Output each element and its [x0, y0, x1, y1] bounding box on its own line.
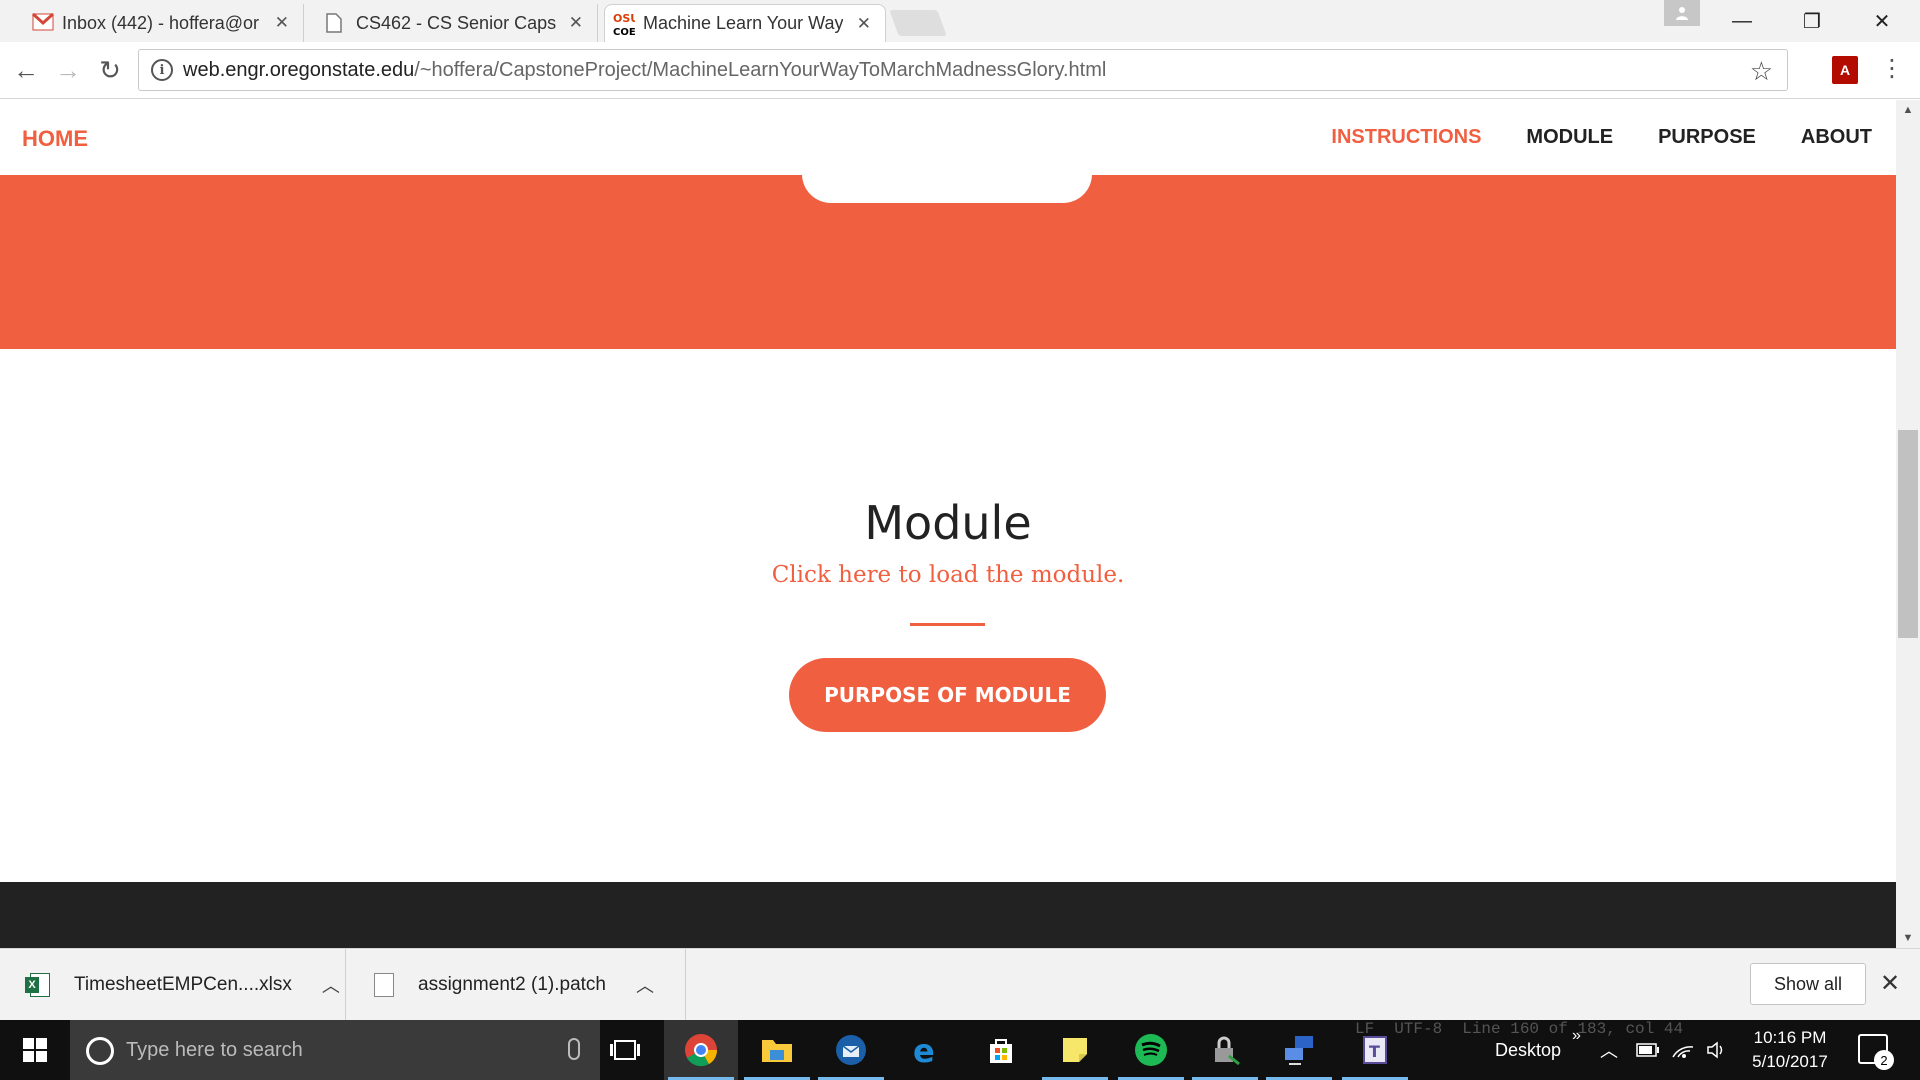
svg-text:OSU: OSU — [613, 12, 635, 25]
info-icon[interactable]: i — [151, 59, 173, 81]
edge-icon[interactable]: e — [888, 1020, 962, 1080]
windows-taskbar: LF UTF-8 Line 160 of 183, col 44 Type he… — [0, 1020, 1920, 1080]
file-icon — [374, 973, 394, 997]
dark-section — [0, 882, 1896, 948]
taskbar-search[interactable]: Type here to search — [70, 1020, 600, 1080]
close-tab-icon[interactable]: ✕ — [275, 13, 289, 33]
nav-module[interactable]: MODULE — [1526, 126, 1613, 149]
browser-tab-strip: Inbox (442) - hoffera@or ✕ CS462 - CS Se… — [0, 0, 1920, 42]
scroll-up-arrow-icon[interactable]: ▲ — [1896, 100, 1920, 120]
download-filename: TimesheetEMPCen....xlsx — [74, 974, 292, 995]
volume-icon[interactable] — [1706, 1020, 1728, 1080]
wifi-icon[interactable] — [1672, 1020, 1694, 1080]
minimize-button[interactable]: — — [1712, 0, 1772, 42]
restore-button[interactable]: ❐ — [1782, 0, 1842, 42]
show-hidden-icons-icon[interactable]: ︿ — [1600, 1020, 1618, 1080]
chrome-icon[interactable] — [664, 1020, 738, 1080]
page-viewport: HOME INSTRUCTIONS MODULE PURPOSE ABOUT M… — [0, 100, 1896, 948]
desktop-toolbar[interactable]: Desktop — [1495, 1020, 1561, 1080]
hero-section — [0, 145, 1896, 349]
osu-coe-icon: OSU COE — [611, 11, 639, 38]
cortana-icon — [86, 1037, 114, 1065]
system-clock[interactable]: 10:16 PM 5/10/2017 — [1740, 1026, 1840, 1074]
profile-icon[interactable] — [1664, 0, 1700, 26]
spotify-icon[interactable] — [1114, 1020, 1188, 1080]
remote-desktop-icon[interactable] — [1262, 1020, 1336, 1080]
vpn-lock-icon[interactable] — [1188, 1020, 1262, 1080]
scrollbar-thumb[interactable] — [1898, 430, 1918, 638]
tab-title: Machine Learn Your Way — [643, 13, 843, 33]
chevron-up-icon[interactable]: ︿ — [322, 972, 340, 998]
tray-overflow-icon[interactable]: » — [1572, 1006, 1581, 1066]
search-placeholder: Type here to search — [126, 1038, 303, 1061]
document-icon — [326, 13, 348, 33]
show-all-downloads-button[interactable]: Show all — [1750, 963, 1866, 1005]
store-icon[interactable] — [964, 1020, 1038, 1080]
url-host: web.engr.oregonstate.edu — [183, 58, 415, 81]
tab-inbox[interactable]: Inbox (442) - hoffera@or ✕ — [31, 4, 304, 42]
home-link[interactable]: HOME — [22, 126, 88, 152]
browser-menu-icon[interactable]: ⋮ — [1880, 54, 1904, 83]
section-divider — [910, 623, 985, 626]
scroll-down-arrow-icon[interactable]: ▼ — [1896, 928, 1920, 948]
purpose-of-module-button[interactable]: PURPOSE OF MODULE — [789, 658, 1106, 732]
notification-count-badge: 2 — [1874, 1050, 1894, 1070]
bookmark-star-icon[interactable]: ☆ — [1750, 56, 1773, 87]
clock-date: 5/10/2017 — [1752, 1052, 1828, 1071]
page-scrollbar[interactable]: ▲ ▼ — [1896, 100, 1920, 948]
download-item[interactable]: assignment2 (1).patch ︿ — [374, 949, 686, 1021]
clock-time: 10:16 PM — [1753, 1028, 1827, 1047]
svg-text:COE: COE — [613, 27, 635, 37]
gmail-icon — [31, 12, 55, 33]
microphone-icon[interactable] — [568, 1038, 580, 1060]
close-tab-icon[interactable]: ✕ — [857, 14, 871, 34]
sticky-notes-icon[interactable] — [1038, 1020, 1112, 1080]
acrobat-extension-icon[interactable]: A — [1832, 56, 1858, 84]
chevron-up-icon[interactable]: ︿ — [636, 972, 654, 998]
text-editor-icon[interactable]: T — [1338, 1020, 1412, 1080]
back-button[interactable]: ← — [8, 52, 44, 88]
svg-text:e: e — [913, 1034, 935, 1066]
url-path: /~hoffera/CapstoneProject/MachineLearnYo… — [414, 58, 1107, 81]
close-tab-icon[interactable]: ✕ — [569, 13, 583, 33]
tab-machine-learn[interactable]: OSU COE Machine Learn Your Way ✕ — [604, 4, 886, 42]
forward-button[interactable]: → — [50, 52, 86, 88]
task-view-icon[interactable] — [588, 1020, 662, 1080]
close-window-button[interactable]: ✕ — [1852, 0, 1912, 42]
desktop-label: Desktop — [1495, 1039, 1562, 1060]
tab-cs462[interactable]: CS462 - CS Senior Capsto ✕ — [326, 4, 598, 42]
download-filename: assignment2 (1).patch — [418, 974, 606, 995]
tab-title: Inbox (442) - hoffera@or — [62, 12, 260, 33]
action-center-icon[interactable]: 2 — [1858, 1034, 1894, 1070]
thunderbird-icon[interactable] — [814, 1020, 888, 1080]
tab-title: CS462 - CS Senior Capsto — [356, 12, 556, 33]
browser-toolbar: ← → ↻ i web.engr.oregonstate.edu/~hoffer… — [0, 42, 1920, 99]
excel-file-icon — [25, 973, 50, 997]
nav-links: INSTRUCTIONS MODULE PURPOSE ABOUT — [1331, 126, 1872, 149]
nav-instructions[interactable]: INSTRUCTIONS — [1331, 126, 1481, 149]
load-module-link[interactable]: Click here to load the module. — [0, 562, 1896, 588]
start-button[interactable] — [0, 1020, 70, 1080]
reload-button[interactable]: ↻ — [92, 52, 128, 88]
site-navbar: HOME INSTRUCTIONS MODULE PURPOSE ABOUT — [0, 100, 1896, 175]
svg-text:T: T — [1369, 1042, 1380, 1061]
close-downloads-bar-icon[interactable]: ✕ — [1880, 969, 1900, 998]
file-explorer-icon[interactable] — [740, 1020, 814, 1080]
battery-icon[interactable] — [1636, 1020, 1660, 1080]
address-bar[interactable]: i web.engr.oregonstate.edu/~hoffera/Caps… — [138, 49, 1788, 91]
new-tab-button[interactable] — [889, 10, 947, 36]
windows-logo-icon — [23, 1038, 47, 1062]
module-heading: Module — [864, 496, 1032, 550]
downloads-bar: TimesheetEMPCen....xlsx ︿ assignment2 (1… — [0, 948, 1920, 1021]
nav-purpose[interactable]: PURPOSE — [1658, 126, 1756, 149]
download-item[interactable]: TimesheetEMPCen....xlsx ︿ — [25, 949, 346, 1021]
nav-about[interactable]: ABOUT — [1801, 126, 1872, 149]
